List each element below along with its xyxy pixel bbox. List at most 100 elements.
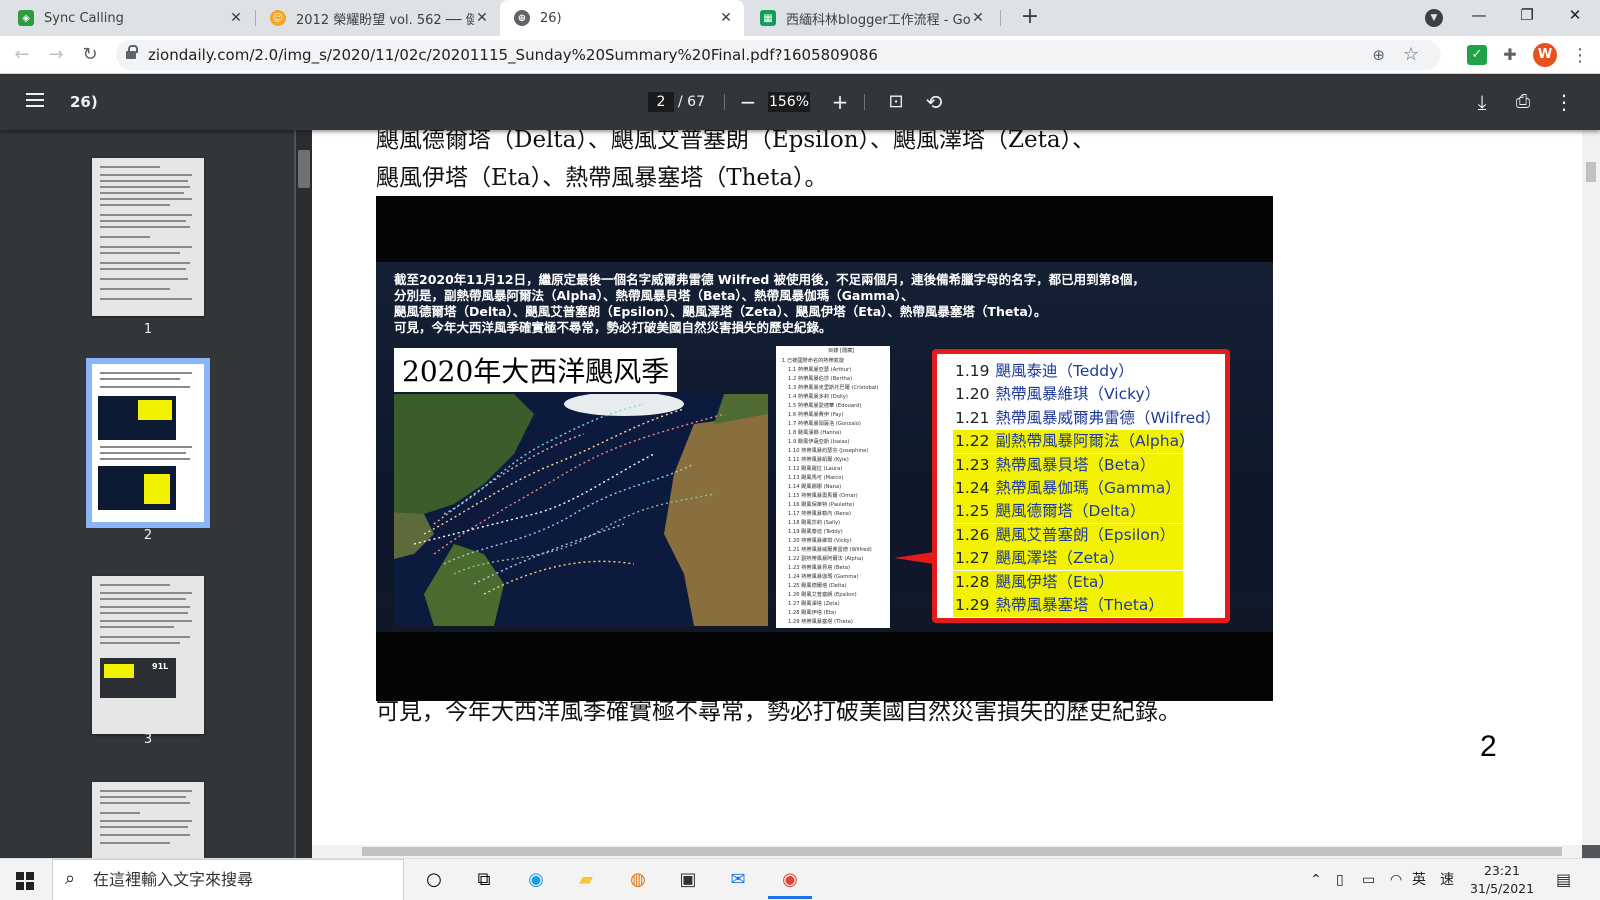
mail-icon[interactable]: ✉ (724, 866, 752, 894)
address-bar[interactable]: ziondaily.com/2.0/img_s/2020/11/02c/2020… (116, 40, 1441, 70)
toc-item[interactable]: 1.18 颶風莎莉 (Sally) (788, 520, 840, 526)
toc-item[interactable]: 1.26 颶風艾普塞朗 (Epsilon) (788, 592, 857, 598)
toc-item[interactable]: 1 已被國際命名的熱帶氣旋 (782, 358, 844, 364)
reload-icon[interactable]: ↻ (76, 41, 104, 69)
toc-item[interactable]: 1.2 熱帶風暴伯莎 (Bertha) (788, 376, 852, 382)
show-hidden-icons-icon[interactable]: ⌃ (1310, 859, 1322, 900)
tab-glory-hope[interactable]: ☺ 2012 榮耀盼望 vol. 562 ── 健康 ✕ (256, 0, 500, 36)
lock-icon[interactable] (126, 45, 138, 60)
chrome-alt-icon[interactable]: ◍ (624, 866, 652, 894)
toc-item[interactable]: 1.13 颶風馬可 (Marco) (788, 475, 843, 481)
zoom-in-icon[interactable]: + (826, 88, 854, 116)
toc-item[interactable]: 1.15 熱帶風暴奧馬爾 (Omar) (788, 493, 858, 499)
bookmark-star-icon[interactable]: ☆ (1403, 44, 1419, 65)
wifi-icon[interactable]: ◠ (1390, 859, 1402, 900)
page-thumbnail[interactable] (92, 782, 204, 858)
toc-item[interactable]: 1.10 熱帶風暴約瑟芬 (Josephine) (788, 448, 868, 454)
tab-pdf-active[interactable]: ⊕ 26) ✕ (500, 0, 744, 36)
cortana-icon[interactable]: ○ (420, 866, 448, 894)
storm-name-row: 1.20 熱帶風暴維琪（Vicky） (955, 383, 1160, 406)
page-number-input[interactable]: 2 (648, 92, 674, 112)
storm-name: 颶風德爾塔（Delta） (995, 502, 1146, 521)
horizontal-scrollbar[interactable] (312, 845, 1582, 858)
tab-google-sheets[interactable]: ▦ 西緬科林blogger工作流程 - Goo ✕ (746, 0, 996, 36)
restore-button[interactable]: ❐ (1504, 0, 1550, 32)
task-view-icon[interactable]: ⧉ (470, 866, 498, 894)
device-icon[interactable]: ▯ (1336, 859, 1344, 900)
download-icon[interactable]: ⤓ (1468, 88, 1496, 116)
close-tab-icon[interactable]: ✕ (474, 10, 490, 26)
toc-item[interactable]: 1.25 颶風德爾塔 (Delta) (788, 583, 847, 589)
toc-item[interactable]: 1.29 熱帶風暴塞塔 (Theta) (788, 619, 853, 625)
toc-item[interactable]: 1.27 颶風澤塔 (Zeta) (788, 601, 840, 607)
toc-item[interactable]: 1.7 熱帶風暴岡薩洛 (Gonzalo) (788, 421, 861, 427)
chrome-icon[interactable]: ◉ (768, 866, 812, 899)
new-tab-button[interactable]: + (1016, 4, 1044, 32)
close-window-button[interactable]: ✕ (1552, 0, 1598, 32)
desc-line: 可見，今年大西洋風季確實極不尋常，勢必打破美國自然災害損失的歷史紀錄。 (394, 320, 832, 335)
close-tab-icon[interactable]: ✕ (970, 10, 986, 26)
print-icon[interactable]: ⎙ (1509, 88, 1537, 116)
storm-name-row: 1.19 颶風泰迪（Teddy） (955, 360, 1134, 383)
forward-arrow-icon[interactable]: → (42, 41, 70, 69)
ime-language[interactable]: 英 (1412, 859, 1426, 900)
windows-start-icon[interactable] (16, 872, 34, 890)
more-actions-icon[interactable]: ⋮ (1550, 88, 1578, 116)
close-tab-icon[interactable]: ✕ (228, 10, 244, 26)
page-thumbnail[interactable]: 91L (92, 576, 204, 734)
zoom-level-input[interactable]: 156% (768, 92, 810, 112)
fit-to-page-icon[interactable]: ⊡ (882, 88, 910, 116)
close-tab-icon[interactable]: ✕ (718, 10, 734, 26)
checkmark-extension-icon[interactable]: ✓ (1467, 45, 1487, 65)
wikipedia-toc: 目錄 [隱藏] 1 已被國際命名的熱帶氣旋 1.1 熱帶風暴亞瑟 (Arthur) 1… (776, 346, 890, 628)
storm-name: 熱帶風暴威爾弗雷德（Wilfred） (995, 408, 1221, 427)
puzzle-extensions-icon[interactable]: ✚ (1500, 45, 1520, 65)
toc-item[interactable]: 1.28 颶風伊塔 (Eta) (788, 610, 836, 616)
toc-item[interactable]: 1.14 颶風娜娜 (Nana) (788, 484, 841, 490)
notification-icon[interactable]: ▤ (1556, 859, 1571, 900)
taskbar-search-box[interactable]: ⌕ 在這裡輸入文字來搜尋 (52, 859, 404, 900)
toc-item[interactable]: 1.5 熱帶風暴愛德華 (Edouard) (788, 403, 861, 409)
toc-item[interactable]: 1.24 熱帶風暴伽瑪 (Gamma) (788, 574, 859, 580)
edge-icon[interactable]: ◉ (522, 866, 550, 894)
toc-item[interactable]: 1.12 颶風羅拉 (Laura) (788, 466, 842, 472)
tab-sync-calling[interactable]: ◈ Sync Calling ✕ (4, 0, 254, 36)
back-arrow-icon[interactable]: ← (8, 41, 36, 69)
page-thumbnail-selected[interactable] (86, 358, 210, 528)
toc-item[interactable]: 1.20 熱帶風暴維琪 (Vicky) (788, 538, 852, 544)
toc-item[interactable]: 1.6 熱帶風暴費伊 (Fay) (788, 412, 843, 418)
system-clock[interactable]: 23:21 31/5/2021 (1466, 862, 1538, 898)
minimize-button[interactable]: — (1456, 0, 1502, 32)
page-thumbnail[interactable] (92, 158, 204, 316)
file-explorer-icon[interactable]: ▰ (572, 866, 600, 894)
page-scrollbar[interactable] (1582, 130, 1600, 845)
menu-hamburger-icon[interactable] (26, 93, 44, 107)
profile-avatar[interactable]: W (1533, 43, 1557, 67)
ime-input-mode[interactable]: 速 (1440, 859, 1454, 900)
toc-item[interactable]: 1.8 颶風漢娜 (Hanna) (788, 430, 841, 436)
sidebar-scrollbar[interactable] (296, 130, 312, 858)
tab-search-icon[interactable]: ▼ (1425, 9, 1443, 27)
desc-line: 颶風德爾塔（Delta）、颶風艾普塞朗（Epsilon）、颶風澤塔（Zeta）、… (394, 304, 1047, 319)
toc-item[interactable]: 1.4 熱帶風暴多莉 (Dolly) (788, 394, 848, 400)
toc-item[interactable]: 1.17 熱帶風暴勒內 (Rene) (788, 511, 851, 517)
url-text[interactable]: ziondaily.com/2.0/img_s/2020/11/02c/2020… (148, 40, 878, 70)
battery-icon[interactable]: ▭ (1362, 859, 1375, 900)
toc-item[interactable]: 1.1 熱帶風暴亞瑟 (Arthur) (788, 367, 851, 373)
toc-item[interactable]: 1.19 颶風泰迪 (Teddy) (788, 529, 843, 535)
toc-item[interactable]: 1.11 熱帶風暴凱爾 (Kyle) (788, 457, 849, 463)
rotate-icon[interactable]: ⟲ (920, 88, 948, 116)
tab-title: 2012 榮耀盼望 vol. 562 ── 健康 (296, 12, 474, 28)
storm-index: 1.29 (955, 596, 990, 614)
browser-menu-icon[interactable]: ⋮ (1570, 42, 1590, 70)
store-icon[interactable]: ▣ (674, 866, 702, 894)
sheets-favicon-icon: ▦ (760, 10, 776, 26)
toc-item[interactable]: 1.16 颶風保萊特 (Paulette) (788, 502, 854, 508)
toc-item[interactable]: 1.3 熱帶風暴克里斯托巴爾 (Cristobal) (788, 385, 879, 391)
zoom-out-icon[interactable]: − (734, 88, 762, 116)
toc-item[interactable]: 1.21 熱帶風暴威爾弗雷德 (Wilfred) (788, 547, 872, 553)
toc-item[interactable]: 1.9 颶風伊薩亞斯 (Isaias) (788, 439, 849, 445)
toc-item[interactable]: 1.23 熱帶風暴貝塔 (Beta) (788, 565, 850, 571)
zoom-magnifier-icon[interactable]: ⊕ (1372, 46, 1385, 64)
toc-item[interactable]: 1.22 副熱帶風暴阿爾法 (Alpha) (788, 556, 863, 562)
